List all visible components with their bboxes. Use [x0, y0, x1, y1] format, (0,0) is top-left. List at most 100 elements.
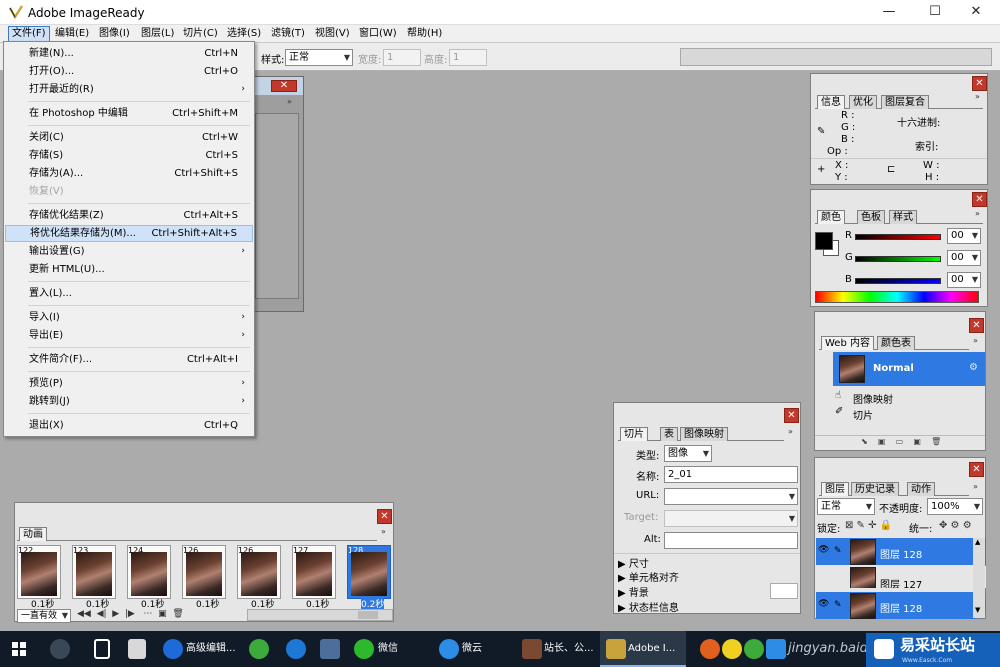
layers-scrollbar[interactable]: ▲ ▼ [973, 538, 985, 618]
layer-row[interactable]: 👁 ✎ 图层 128 [816, 592, 986, 619]
weiyun-icon[interactable] [439, 639, 459, 659]
scroll-down-icon[interactable]: ▼ [975, 606, 980, 614]
tab-history[interactable]: 历史记录 [851, 482, 899, 496]
menu-window[interactable]: 窗口(W) [356, 26, 400, 42]
menu-item-edit-in-photoshop[interactable]: 在 Photoshop 中编辑 Ctrl+Shift+M [5, 105, 253, 122]
tab-image-map[interactable]: 图像映射 [680, 427, 728, 441]
alt-input[interactable] [664, 532, 798, 549]
close-icon[interactable]: ✕ [969, 462, 984, 477]
menu-item-file-info[interactable]: 文件简介(F)... Ctrl+Alt+I [5, 351, 253, 368]
menu-item-save-optimized[interactable]: 存储优化结果(Z) Ctrl+Alt+S [5, 207, 253, 224]
tab-slice[interactable]: 切片 [620, 427, 648, 441]
panel-menu-icon[interactable]: » [973, 336, 978, 345]
b-value-field[interactable]: 00 ▼ [947, 272, 981, 288]
panel-footer-icons[interactable]: ⬊ ▣ ▭ ▣ 🗑 [861, 437, 941, 446]
menu-filter[interactable]: 滤镜(T) [268, 26, 308, 42]
menu-select[interactable]: 选择(S) [224, 26, 264, 42]
opacity-field[interactable]: 100% ▼ [927, 498, 983, 515]
web-content-normal-row[interactable]: Normal ⚙ [833, 352, 985, 386]
frames-scrollbar[interactable] [247, 609, 393, 621]
menu-item-exit[interactable]: 退出(X) Ctrl+Q [5, 417, 253, 434]
color-spectrum-bar[interactable] [815, 291, 979, 303]
document-close-icon[interactable]: ✕ [271, 80, 297, 92]
tray-app-icon[interactable] [744, 639, 764, 659]
computer-icon[interactable] [320, 639, 340, 659]
menu-item-jump-to[interactable]: 跳转到(J) › [5, 393, 253, 410]
menu-item-new[interactable]: 新建(N)... Ctrl+N [5, 45, 253, 62]
photo-icon[interactable] [522, 639, 542, 659]
menu-layer[interactable]: 图层(L) [138, 26, 177, 42]
close-icon[interactable]: ✕ [784, 408, 799, 423]
taskbar-item-chinaz[interactable]: 站长、公... [544, 631, 594, 667]
playback-controls[interactable]: ◀◀ ◀| ▶ |▶ ⋯ ▣ 🗑 [77, 609, 184, 619]
lock-icons[interactable]: ⊠ ✎ ✛ 🔒 [845, 520, 892, 531]
taskbar-item-editor[interactable]: 高级编辑... [186, 631, 236, 667]
animation-frame[interactable]: 126 [182, 545, 226, 599]
background-color-well[interactable] [770, 583, 798, 599]
cortana-icon[interactable] [50, 639, 70, 659]
tab-info[interactable]: 信息 [817, 95, 845, 109]
taskbar-item-wechat[interactable]: 微信 [378, 631, 398, 667]
panel-menu-icon[interactable]: » [788, 427, 793, 436]
menu-item-export[interactable]: 导出(E) › [5, 327, 253, 344]
menu-item-save-optimized-as[interactable]: 将优化结果存储为(M)... Ctrl+Shift+Alt+S [5, 225, 253, 242]
menu-edit[interactable]: 编辑(E) [52, 26, 92, 42]
width-input[interactable]: 1 [383, 49, 421, 66]
store-icon[interactable] [128, 639, 146, 659]
tab-color[interactable]: 颜色 [817, 210, 845, 224]
scrollbar-thumb[interactable] [358, 611, 378, 619]
menu-item-save-as[interactable]: 存储为(A)... Ctrl+Shift+S [5, 165, 253, 182]
animation-frame[interactable]: 127 [292, 545, 336, 599]
r-slider[interactable] [855, 234, 941, 240]
close-icon[interactable]: ✕ [972, 76, 987, 91]
b-slider[interactable] [855, 278, 941, 284]
close-icon[interactable]: ✕ [377, 509, 392, 524]
animation-frame[interactable]: 128 [347, 545, 391, 599]
menu-item-open[interactable]: 打开(O)... Ctrl+O [5, 63, 253, 80]
close-window-button[interactable]: ✕ [953, 0, 999, 25]
taskbar-item-weiyun[interactable]: 微云 [462, 631, 482, 667]
palette-well[interactable] [680, 48, 992, 66]
tab-actions[interactable]: 动作 [907, 482, 935, 496]
panel-menu-icon[interactable]: » [381, 527, 386, 536]
tab-web-content[interactable]: Web 内容 [821, 336, 874, 350]
section-dimensions[interactable]: ▶ 尺寸 [618, 555, 649, 570]
menu-item-place[interactable]: 置入(L)... [5, 285, 253, 302]
eye-icon[interactable]: 👁 [818, 545, 829, 555]
animation-frame[interactable]: 122 [17, 545, 61, 599]
tab-layers[interactable]: 图层 [821, 482, 849, 496]
360-browser-icon[interactable] [249, 639, 269, 659]
eye-icon[interactable]: 👁 [818, 599, 829, 609]
image-map-label[interactable]: 图像映射 [853, 391, 893, 406]
section-status-bar[interactable]: ▶ 状态栏信息 [618, 599, 679, 614]
style-select[interactable]: 正常 ▼ [285, 49, 353, 66]
menu-item-preview[interactable]: 预览(P) › [5, 375, 253, 392]
loop-select[interactable]: 一直有效 ▼ [17, 609, 71, 623]
minimize-button[interactable]: — [866, 0, 912, 25]
close-icon[interactable]: ✕ [969, 318, 984, 333]
section-background[interactable]: ▶ 背景 [618, 584, 649, 599]
menu-item-output-settings[interactable]: 输出设置(G) › [5, 243, 253, 260]
document-canvas[interactable] [255, 113, 299, 299]
tray-app-icon[interactable] [700, 639, 720, 659]
tab-optimize[interactable]: 优化 [849, 95, 877, 109]
menu-slice[interactable]: 切片(C) [180, 26, 221, 42]
animation-frame[interactable]: 124 [127, 545, 171, 599]
height-input[interactable]: 1 [449, 49, 487, 66]
panel-menu-icon[interactable]: » [973, 482, 978, 491]
panel-menu-icon[interactable]: » [287, 97, 292, 106]
foreground-color-swatch-front[interactable] [815, 232, 833, 250]
tab-animation[interactable]: 动画 [19, 527, 47, 541]
type-select[interactable]: 图像 ▼ [664, 445, 712, 462]
tray-app-icon[interactable] [766, 639, 786, 659]
tray-app-icon[interactable] [722, 639, 742, 659]
menu-item-import[interactable]: 导入(I) › [5, 309, 253, 326]
tab-layer-comps[interactable]: 图层复合 [881, 95, 929, 109]
layer-row[interactable]: 图层 127 [816, 566, 986, 588]
unify-icons[interactable]: ✥ ⚙ ⚙ [939, 520, 972, 531]
task-view-icon[interactable] [94, 639, 110, 659]
menu-item-open-recent[interactable]: 打开最近的(R) › [5, 81, 253, 98]
r-value-field[interactable]: 00 ▼ [947, 228, 981, 244]
url-input[interactable]: ▼ [664, 488, 798, 505]
scroll-up-icon[interactable]: ▲ [975, 538, 980, 546]
